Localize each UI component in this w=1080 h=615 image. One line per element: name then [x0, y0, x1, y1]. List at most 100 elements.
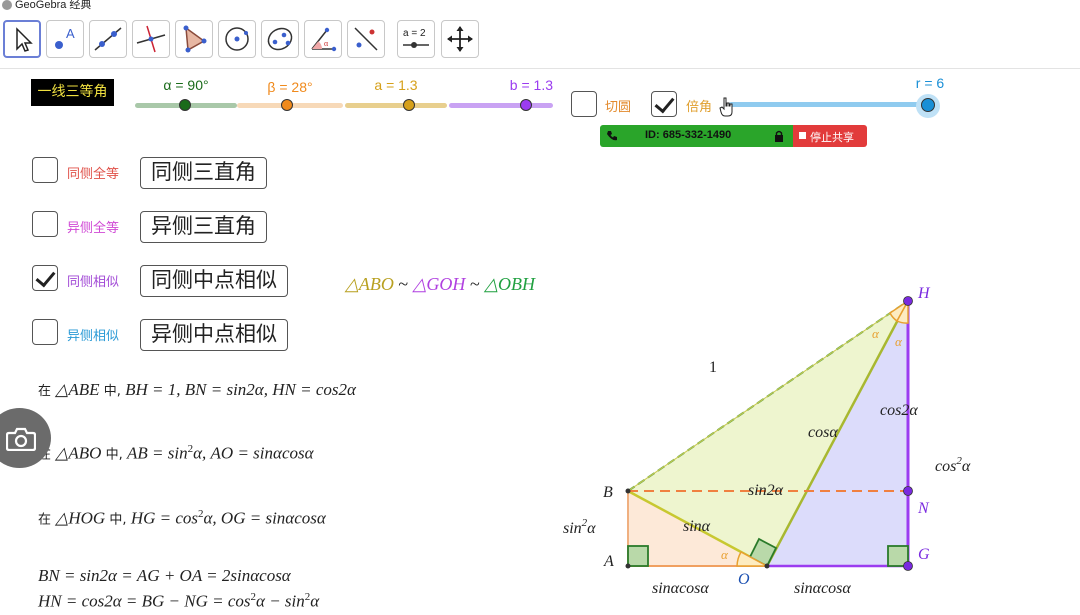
perpendicular-tool-button[interactable]: [132, 20, 170, 58]
label-sin2a-dash: sin2α: [748, 482, 784, 499]
move-tool-button[interactable]: [3, 20, 41, 58]
triangle-abo-fill: [628, 491, 767, 566]
beta-slider-knob[interactable]: [281, 99, 293, 111]
label-alpha-o: α: [721, 547, 729, 562]
b-slider-label: b = 1.3: [509, 77, 553, 93]
label-n: N: [917, 500, 930, 517]
opposite-side-three-right-angles-button[interactable]: 异侧三直角: [140, 211, 267, 243]
label-ao: sinαcosα: [652, 580, 709, 597]
slider-tool-button[interactable]: a = 2: [397, 20, 435, 58]
circle-tool-button[interactable]: [218, 20, 256, 58]
opposite-side-similar-label: 异侧相似: [67, 329, 120, 344]
b-slider-knob[interactable]: [520, 99, 532, 111]
point-n[interactable]: [903, 486, 913, 496]
formula-abo-zhong: 中,: [105, 447, 123, 463]
angle-bho: [889, 300, 909, 323]
formula-abe-body: BH = 1, BN = sin2α, HN = cos2α: [125, 380, 356, 399]
ellipse-tool-icon: [267, 27, 293, 51]
formula-abo-post: α, AO = sinαcosα: [193, 443, 314, 463]
right-angle-a: [627, 545, 649, 567]
label-sina: sinα: [683, 518, 711, 535]
same-side-midpoint-similar-button[interactable]: 同侧中点相似: [140, 265, 288, 297]
angle-tool-button[interactable]: α: [304, 20, 342, 58]
same-side-three-right-angles-button[interactable]: 同侧三直角: [140, 157, 267, 189]
similarity-statement: △ABO ~ △GOH ~ △OBH: [345, 274, 535, 295]
geogebra-logo-icon: [2, 0, 12, 10]
alpha-slider-knob[interactable]: [179, 99, 191, 111]
label-o: O: [738, 571, 750, 588]
svg-text:a = 2: a = 2: [403, 28, 426, 39]
r-slider-knob[interactable]: [921, 98, 935, 112]
beta-slider-label: β = 28°: [267, 79, 313, 95]
svg-text:α: α: [324, 39, 329, 48]
point-b[interactable]: [625, 488, 631, 494]
label-og: sinαcosα: [794, 580, 851, 597]
formula-abo-pre: AB = sin: [127, 443, 188, 463]
a-slider-track[interactable]: [345, 103, 447, 108]
reflect-tool-icon: [354, 27, 378, 51]
stop-icon: [799, 132, 806, 139]
point-tool-icon: A: [55, 26, 75, 49]
ellipse-tool-button[interactable]: [261, 20, 299, 58]
polygon-tool-button[interactable]: [175, 20, 213, 58]
angle-tool-icon: α: [311, 27, 337, 52]
formula-hog: 在 △HOG 中, HG = cos2α, OG = sinαcosα: [38, 508, 326, 529]
point-tool-button[interactable]: A: [46, 20, 84, 58]
label-alpha-h2: α: [895, 334, 903, 349]
label-cos2a-outer: cos2α: [935, 455, 971, 475]
label-one: 1: [709, 359, 717, 376]
segment-bh-inner: [627, 300, 909, 492]
same-side-similar-checkbox[interactable]: [32, 265, 58, 291]
label-g: G: [918, 546, 930, 563]
same-side-congruent-label: 同侧全等: [67, 167, 120, 182]
move-tool-icon: [16, 27, 33, 52]
point-o[interactable]: [764, 563, 770, 569]
camera-icon: [6, 427, 36, 451]
similar-symbol-1: ~: [393, 274, 413, 294]
line-tool-icon: [94, 27, 122, 51]
stop-share-label: 停止共享: [810, 131, 854, 144]
formula-hog-pre: HG = cos: [130, 508, 198, 528]
share-id-panel: ID: 685-332-1490: [600, 125, 793, 147]
triangle-abo: △ABO: [345, 274, 394, 294]
similar-symbol-2: ~: [465, 274, 485, 294]
svg-text:A: A: [66, 26, 75, 41]
move-view-tool-button[interactable]: [441, 20, 479, 58]
label-alpha-h1: α: [872, 326, 880, 341]
opposite-side-midpoint-similar-button[interactable]: 异侧中点相似: [140, 319, 288, 351]
perpendicular-tool-icon: [136, 25, 166, 53]
lock-icon: [775, 130, 783, 142]
stop-share-button[interactable]: 停止共享: [793, 125, 867, 147]
point-a[interactable]: [625, 563, 631, 569]
double-angle-checkbox[interactable]: [651, 91, 677, 117]
window-title: GeoGebra 经典: [15, 0, 92, 11]
triangle-goh: △GOH: [412, 274, 466, 294]
label-cosa: cosα: [808, 424, 838, 441]
window-title-bar: GeoGebra 经典: [0, 0, 1080, 12]
b-slider-track[interactable]: [449, 103, 553, 108]
alpha-slider-label: α = 90°: [163, 77, 209, 93]
label-b: B: [603, 484, 613, 501]
right-angle-o: [748, 537, 778, 568]
toolbar: A α a = 2: [0, 12, 1080, 69]
r-slider-track[interactable]: [729, 102, 929, 107]
a-slider-knob[interactable]: [403, 99, 415, 111]
point-g[interactable]: [903, 561, 913, 571]
r-slider-label: r = 6: [915, 75, 945, 91]
reflect-tool-button[interactable]: [347, 20, 385, 58]
opposite-side-similar-checkbox[interactable]: [32, 319, 58, 345]
label-sin2a-left: sin2α: [563, 517, 596, 537]
circle-tool-icon: [225, 27, 249, 51]
opposite-side-congruent-checkbox[interactable]: [32, 211, 58, 237]
formula-bn: BN = sin2α = AG + OA = 2sinαcosα: [38, 566, 291, 586]
label-h: H: [917, 285, 931, 302]
tangent-circle-checkbox[interactable]: [571, 91, 597, 117]
share-meeting-id: ID: 685-332-1490: [645, 129, 732, 141]
formula-hog-post: α, OG = sinαcosα: [203, 508, 326, 528]
line-tool-button[interactable]: [89, 20, 127, 58]
title-box-label: 一线三等角: [37, 84, 108, 100]
formula-hn-mid: α − sin: [256, 591, 305, 611]
formula-bn-text: BN = sin2α = AG + OA = 2sinαcosα: [38, 566, 291, 585]
same-side-congruent-checkbox[interactable]: [32, 157, 58, 183]
point-h[interactable]: [903, 296, 913, 306]
